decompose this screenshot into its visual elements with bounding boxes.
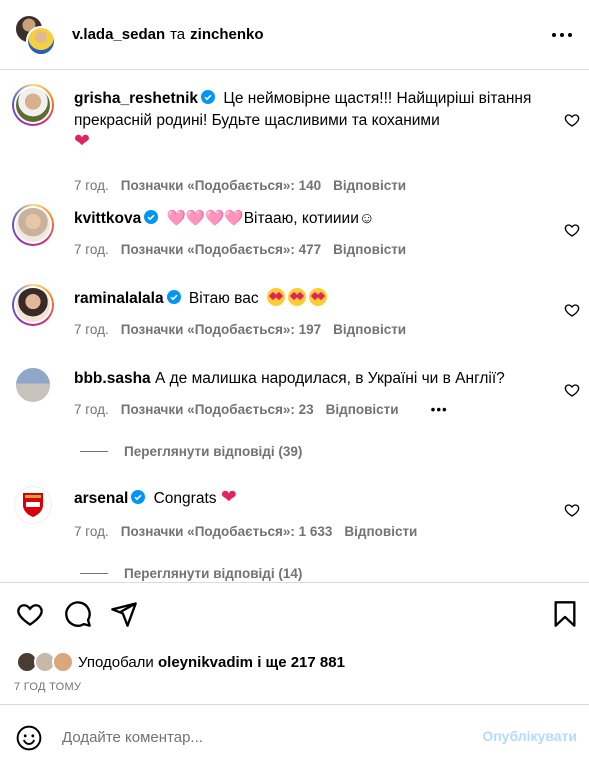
comment-time[interactable]: 7 год.: [74, 524, 109, 539]
view-replies-button[interactable]: Переглянути відповіді (39): [80, 444, 302, 459]
reply-button[interactable]: Відповісти: [333, 242, 406, 257]
avatar: [26, 25, 56, 56]
heart-emoji: ❤: [220, 487, 237, 508]
verified-badge-icon: [131, 490, 146, 504]
view-replies-label[interactable]: Переглянути відповіді (14): [124, 566, 302, 581]
comment-meta: 7 год. Позначки «Подобається»: 23 Відпов…: [74, 402, 448, 417]
liker-username[interactable]: oleynikvadim: [158, 654, 253, 671]
post-authors: v.lada_sedan та zinchenko: [72, 26, 264, 43]
comment-meta: 7 год. Позначки «Подобається»: 140 Відпо…: [74, 178, 406, 193]
more-options-icon[interactable]: [551, 24, 573, 46]
view-replies-button[interactable]: Переглянути відповіді (14): [80, 566, 302, 581]
comment-likes[interactable]: Позначки «Подобається»: 1 633: [121, 524, 333, 539]
comment-username[interactable]: raminalalala: [74, 290, 164, 307]
like-heart-icon[interactable]: [564, 112, 580, 128]
avatar[interactable]: [12, 484, 54, 526]
bookmark-icon[interactable]: [551, 600, 579, 628]
comment: bbb.sasha А де малишка народилася, в Укр…: [12, 364, 582, 464]
comment-text: arsenal Congrats ❤: [74, 488, 550, 510]
like-heart-icon[interactable]: [16, 600, 44, 628]
comment-time[interactable]: 7 год.: [74, 242, 109, 257]
comment-icon[interactable]: [64, 600, 92, 628]
heart-emoji: ❤: [74, 131, 90, 152]
comment-meta: 7 год. Позначки «Подобається»: 1 633 Від…: [74, 524, 417, 539]
reply-button[interactable]: Відповісти: [333, 322, 406, 337]
liker-avatars: [16, 651, 78, 673]
comment: raminalalala Вітаю вас 7 год. Позначки «…: [12, 284, 582, 344]
comment-username[interactable]: kvittkova: [74, 210, 141, 227]
comment-username[interactable]: grisha_reshetnik: [74, 90, 198, 107]
comment: grisha_reshetnik Це неймовірне щастя!!! …: [12, 84, 582, 194]
collab-avatars[interactable]: [14, 13, 56, 56]
comment-text: grisha_reshetnik Це неймовірне щастя!!! …: [74, 88, 550, 154]
comment-likes[interactable]: Позначки «Подобається»: 197: [121, 322, 321, 337]
publish-button[interactable]: Опублікувати: [482, 728, 577, 744]
author-link[interactable]: v.lada_sedan: [72, 26, 165, 43]
comment-time[interactable]: 7 год.: [74, 322, 109, 337]
comment-text: kvittkova 🩷🩷🩷🩷Вітааю, котииии☺: [74, 208, 550, 230]
divider: [80, 451, 108, 452]
avatar[interactable]: [12, 364, 54, 406]
comment-options-icon[interactable]: •••: [431, 402, 448, 417]
reply-button[interactable]: Відповісти: [344, 524, 417, 539]
comment-likes[interactable]: Позначки «Подобається»: 477: [121, 242, 321, 257]
post-time[interactable]: 7 ГОД ТОМУ: [14, 681, 81, 693]
emoji-icon[interactable]: [16, 725, 42, 751]
reply-button[interactable]: Відповісти: [326, 402, 399, 417]
comment-username[interactable]: bbb.sasha: [74, 370, 151, 387]
divider: [80, 573, 108, 574]
author-separator: та: [170, 26, 186, 43]
comment-body: Congrats: [153, 490, 217, 507]
add-comment-bar: Опублікувати: [0, 704, 589, 768]
heart-eyes-emoji: [287, 288, 306, 306]
likes-count[interactable]: і ще 217 881: [257, 654, 345, 671]
share-icon[interactable]: [110, 600, 138, 628]
comment: kvittkova 🩷🩷🩷🩷Вітааю, котииии☺ 7 год. По…: [12, 204, 582, 264]
comment-text: bbb.sasha А де малишка народилася, в Укр…: [74, 368, 550, 390]
comment-likes[interactable]: Позначки «Подобається»: 140: [121, 178, 321, 193]
verified-badge-icon: [201, 90, 216, 104]
comment-time[interactable]: 7 год.: [74, 178, 109, 193]
comment-body: А де малишка народилася, в Україні чи в …: [154, 370, 505, 387]
avatar[interactable]: [12, 204, 54, 246]
likes-summary: Уподобали oleynikvadim і ще 217 881: [16, 651, 345, 673]
comment-body: Вітаю вас: [188, 290, 259, 307]
comment-meta: 7 год. Позначки «Подобається»: 197 Відпо…: [74, 322, 406, 337]
arsenal-logo-icon: [23, 493, 43, 517]
comment-time[interactable]: 7 год.: [74, 402, 109, 417]
avatar[interactable]: [12, 284, 54, 326]
verified-badge-icon: [144, 210, 159, 224]
comment-input[interactable]: [62, 725, 442, 749]
like-heart-icon[interactable]: [564, 222, 580, 238]
like-heart-icon[interactable]: [564, 302, 580, 318]
post-header: v.lada_sedan та zinchenko: [0, 0, 589, 70]
likes-prefix: Уподобали: [78, 653, 154, 671]
post-actions: Уподобали oleynikvadim і ще 217 881 7 ГО…: [0, 582, 589, 768]
comment-username[interactable]: arsenal: [74, 490, 128, 507]
like-heart-icon[interactable]: [564, 502, 580, 518]
heart-eyes-emoji: [266, 288, 285, 306]
like-heart-icon[interactable]: [564, 382, 580, 398]
author-link[interactable]: zinchenko: [190, 26, 263, 43]
avatar[interactable]: [12, 84, 54, 126]
comments-list[interactable]: grisha_reshetnik Це неймовірне щастя!!! …: [0, 70, 589, 582]
comment-text: raminalalala Вітаю вас: [74, 288, 550, 310]
comment: arsenal Congrats ❤ 7 год. Позначки «Подо…: [12, 484, 582, 582]
comment-body: 🩷🩷🩷🩷Вітааю, котииии☺: [166, 210, 375, 227]
comment-likes[interactable]: Позначки «Подобається»: 23: [121, 402, 314, 417]
view-replies-label[interactable]: Переглянути відповіді (39): [124, 444, 302, 459]
comment-meta: 7 год. Позначки «Подобається»: 477 Відпо…: [74, 242, 406, 257]
heart-eyes-emoji: [308, 288, 327, 306]
reply-button[interactable]: Відповісти: [333, 178, 406, 193]
verified-badge-icon: [166, 290, 181, 304]
likes-text[interactable]: Уподобали oleynikvadim і ще 217 881: [78, 654, 345, 671]
